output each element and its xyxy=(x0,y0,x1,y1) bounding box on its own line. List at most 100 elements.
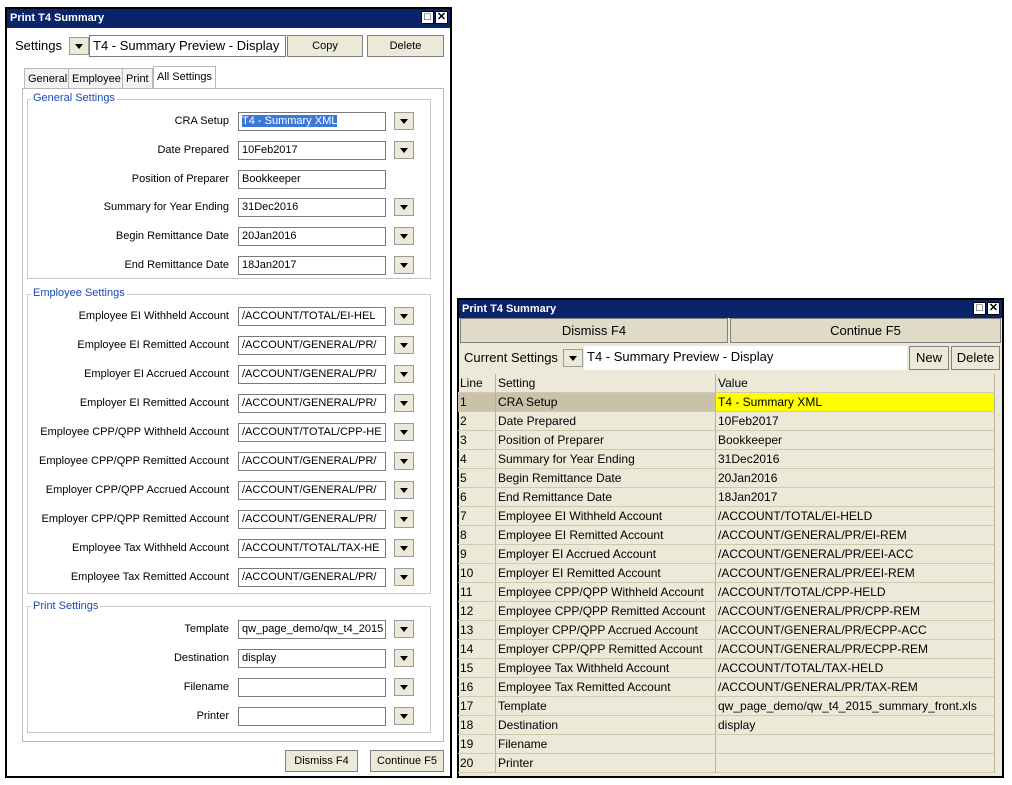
employee-tax-withheld-account-dropdown-button[interactable] xyxy=(394,539,414,557)
employee-ei-remitted-account-dropdown-button[interactable] xyxy=(394,336,414,354)
employee-cpp-qpp-remitted-account-field[interactable]: /ACCOUNT/GENERAL/PR/ xyxy=(238,452,386,471)
grid-row[interactable]: 17 Template qw_page_demo/qw_t4_2015_summar… xyxy=(458,697,995,716)
tab-general[interactable]: General xyxy=(24,68,72,88)
grid-cell-value[interactable]: /ACCOUNT/GENERAL/PR/CPP-REM xyxy=(716,602,995,621)
grid-row[interactable]: 10 Employer EI Remitted Account/ACCOUNT/G… xyxy=(458,564,995,583)
grid-row[interactable]: 18 Destination display xyxy=(458,716,995,735)
dismiss-button[interactable]: Dismiss F4 xyxy=(460,318,728,343)
begin-remittance-date-field[interactable]: 20Jan2016 xyxy=(238,227,386,247)
grid-cell-value[interactable]: /ACCOUNT/TOTAL/TAX-HELD xyxy=(716,659,995,678)
grid-row[interactable]: 16 Employee Tax Remitted Account/ACCOUNT/… xyxy=(458,678,995,697)
employee-cpp-qpp-withheld-account-dropdown-button[interactable] xyxy=(394,423,414,441)
employee-ei-remitted-account-field[interactable]: /ACCOUNT/GENERAL/PR/ xyxy=(238,336,386,355)
begin-remittance-date-dropdown-button[interactable] xyxy=(394,227,414,246)
maximize-icon[interactable]: □ xyxy=(421,11,434,24)
grid-row[interactable]: 7 Employee EI Withheld Account/ACCOUNT/TO… xyxy=(458,507,995,526)
grid-cell-value[interactable]: display xyxy=(716,716,995,735)
maximize-icon[interactable]: □ xyxy=(973,302,986,315)
grid-cell-value[interactable]: Bookkeeper xyxy=(716,431,995,450)
employee-tax-withheld-account-field[interactable]: /ACCOUNT/TOTAL/TAX-HE xyxy=(238,539,386,558)
printer-field[interactable] xyxy=(238,707,386,726)
grid-cell-value[interactable]: /ACCOUNT/GENERAL/PR/EEI-ACC xyxy=(716,545,995,564)
grid-row[interactable]: 19 Filename xyxy=(458,735,995,754)
grid-cell-value[interactable]: /ACCOUNT/GENERAL/PR/ECPP-REM xyxy=(716,640,995,659)
grid-row[interactable]: 1 CRA Setup T4 - Summary XML xyxy=(458,393,995,412)
dismiss-button[interactable]: Dismiss F4 xyxy=(285,750,358,772)
grid-cell-value[interactable]: T4 - Summary XML xyxy=(716,393,995,412)
printer-dropdown-button[interactable] xyxy=(394,707,414,725)
grid-cell-value[interactable]: 31Dec2016 xyxy=(716,450,995,469)
grid-row[interactable]: 15 Employee Tax Withheld Account/ACCOUNT/… xyxy=(458,659,995,678)
destination-field[interactable]: display xyxy=(238,649,386,668)
employee-ei-withheld-account-dropdown-button[interactable] xyxy=(394,307,414,325)
cra-setup-field[interactable]: T4 - Summary XML xyxy=(238,112,386,131)
new-button[interactable]: New xyxy=(909,346,949,370)
delete-button[interactable]: Delete xyxy=(951,346,1000,370)
grid-cell-value[interactable] xyxy=(716,735,995,754)
settings-name-field[interactable]: T4 - Summary Preview - Display xyxy=(89,35,286,57)
grid-cell-value[interactable]: 20Jan2016 xyxy=(716,469,995,488)
grid-cell-value[interactable]: /ACCOUNT/GENERAL/PR/TAX-REM xyxy=(716,678,995,697)
grid-cell-value[interactable]: /ACCOUNT/GENERAL/PR/ECPP-ACC xyxy=(716,621,995,640)
grid-row[interactable]: 6 End Remittance Date 18Jan2017 xyxy=(458,488,995,507)
grid-row[interactable]: 8 Employee EI Remitted Account/ACCOUNT/GE… xyxy=(458,526,995,545)
end-remittance-date-dropdown-button[interactable] xyxy=(394,256,414,274)
grid-cell-value[interactable]: 10Feb2017 xyxy=(716,412,995,431)
current-settings-field[interactable]: T4 - Summary Preview - Display xyxy=(584,346,907,370)
employer-ei-remitted-account-dropdown-button[interactable] xyxy=(394,394,414,412)
tab-all-settings[interactable]: All Settings xyxy=(153,66,217,88)
employee-cpp-qpp-remitted-account-dropdown-button[interactable] xyxy=(394,452,414,470)
position-of-preparer-field[interactable]: Bookkeeper xyxy=(238,169,386,189)
current-settings-dropdown-button[interactable] xyxy=(563,349,583,367)
date-prepared-dropdown-button[interactable] xyxy=(394,140,414,159)
destination-dropdown-button[interactable] xyxy=(394,649,414,667)
grid-cell-value[interactable]: /ACCOUNT/TOTAL/CPP-HELD xyxy=(716,583,995,602)
employer-cpp-qpp-remitted-account-dropdown-button[interactable] xyxy=(394,510,414,528)
column-header-line[interactable]: Line xyxy=(458,374,496,393)
grid-row[interactable]: 20 Printer xyxy=(458,754,995,773)
settings-dropdown-button[interactable] xyxy=(69,37,89,55)
employer-cpp-qpp-accrued-account-field[interactable]: /ACCOUNT/GENERAL/PR/ xyxy=(238,481,386,500)
close-icon[interactable]: ✕ xyxy=(987,302,1000,315)
employer-cpp-qpp-remitted-account-field[interactable]: /ACCOUNT/GENERAL/PR/ xyxy=(238,510,386,529)
date-prepared-field[interactable]: 10Feb2017 xyxy=(238,140,386,160)
summary-for-year-ending-field[interactable]: 31Dec2016 xyxy=(238,198,386,218)
cra-setup-dropdown-button[interactable] xyxy=(394,112,414,130)
grid-row[interactable]: 2 Date Prepared 10Feb2017 xyxy=(458,412,995,431)
template-dropdown-button[interactable] xyxy=(394,620,414,638)
employee-tax-remitted-account-dropdown-button[interactable] xyxy=(394,568,414,586)
employer-ei-remitted-account-field[interactable]: /ACCOUNT/GENERAL/PR/ xyxy=(238,394,386,413)
grid-cell-value[interactable]: /ACCOUNT/GENERAL/PR/EEI-REM xyxy=(716,564,995,583)
continue-button[interactable]: Continue F5 xyxy=(370,750,444,772)
template-field[interactable]: qw_page_demo/qw_t4_2015 xyxy=(238,620,386,639)
grid-cell-value[interactable]: qw_page_demo/qw_t4_2015_summary_front.xl… xyxy=(716,697,995,716)
grid-cell-value[interactable]: /ACCOUNT/TOTAL/EI-HELD xyxy=(716,507,995,526)
employer-cpp-qpp-accrued-account-dropdown-button[interactable] xyxy=(394,481,414,499)
filename-dropdown-button[interactable] xyxy=(394,678,414,696)
copy-button[interactable]: Copy xyxy=(287,35,363,57)
column-header-setting[interactable]: Setting xyxy=(496,374,716,393)
grid-row[interactable]: 12 Employee CPP/QPP Remitted Account/ACCO… xyxy=(458,602,995,621)
end-remittance-date-field[interactable]: 18Jan2017 xyxy=(238,256,386,275)
employer-ei-accrued-account-field[interactable]: /ACCOUNT/GENERAL/PR/ xyxy=(238,365,386,384)
delete-button[interactable]: Delete xyxy=(367,35,444,57)
grid-row[interactable]: 13 Employer CPP/QPP Accrued Account/ACCOU… xyxy=(458,621,995,640)
grid-cell-value[interactable]: 18Jan2017 xyxy=(716,488,995,507)
grid-row[interactable]: 4 Summary for Year Ending 31Dec2016 xyxy=(458,450,995,469)
grid-row[interactable]: 11 Employee CPP/QPP Withheld Account/ACCO… xyxy=(458,583,995,602)
employer-ei-accrued-account-dropdown-button[interactable] xyxy=(394,365,414,383)
grid-row[interactable]: 9 Employer EI Accrued Account/ACCOUNT/GEN… xyxy=(458,545,995,564)
employee-tax-remitted-account-field[interactable]: /ACCOUNT/GENERAL/PR/ xyxy=(238,568,386,587)
grid-cell-value[interactable] xyxy=(716,754,995,773)
continue-button[interactable]: Continue F5 xyxy=(730,318,1001,343)
grid-row[interactable]: 14 Employer CPP/QPP Remitted Account/ACCO… xyxy=(458,640,995,659)
employee-cpp-qpp-withheld-account-field[interactable]: /ACCOUNT/TOTAL/CPP-HE xyxy=(238,423,386,442)
close-icon[interactable]: ✕ xyxy=(435,11,448,24)
filename-field[interactable] xyxy=(238,678,386,697)
grid-cell-value[interactable]: /ACCOUNT/GENERAL/PR/EI-REM xyxy=(716,526,995,545)
employee-ei-withheld-account-field[interactable]: /ACCOUNT/TOTAL/EI-HEL xyxy=(238,307,386,326)
column-header-value[interactable]: Value xyxy=(716,374,995,393)
summary-for-year-ending-dropdown-button[interactable] xyxy=(394,198,414,217)
tab-print[interactable]: Print xyxy=(122,68,153,88)
tab-employee[interactable]: Employee xyxy=(68,68,125,88)
